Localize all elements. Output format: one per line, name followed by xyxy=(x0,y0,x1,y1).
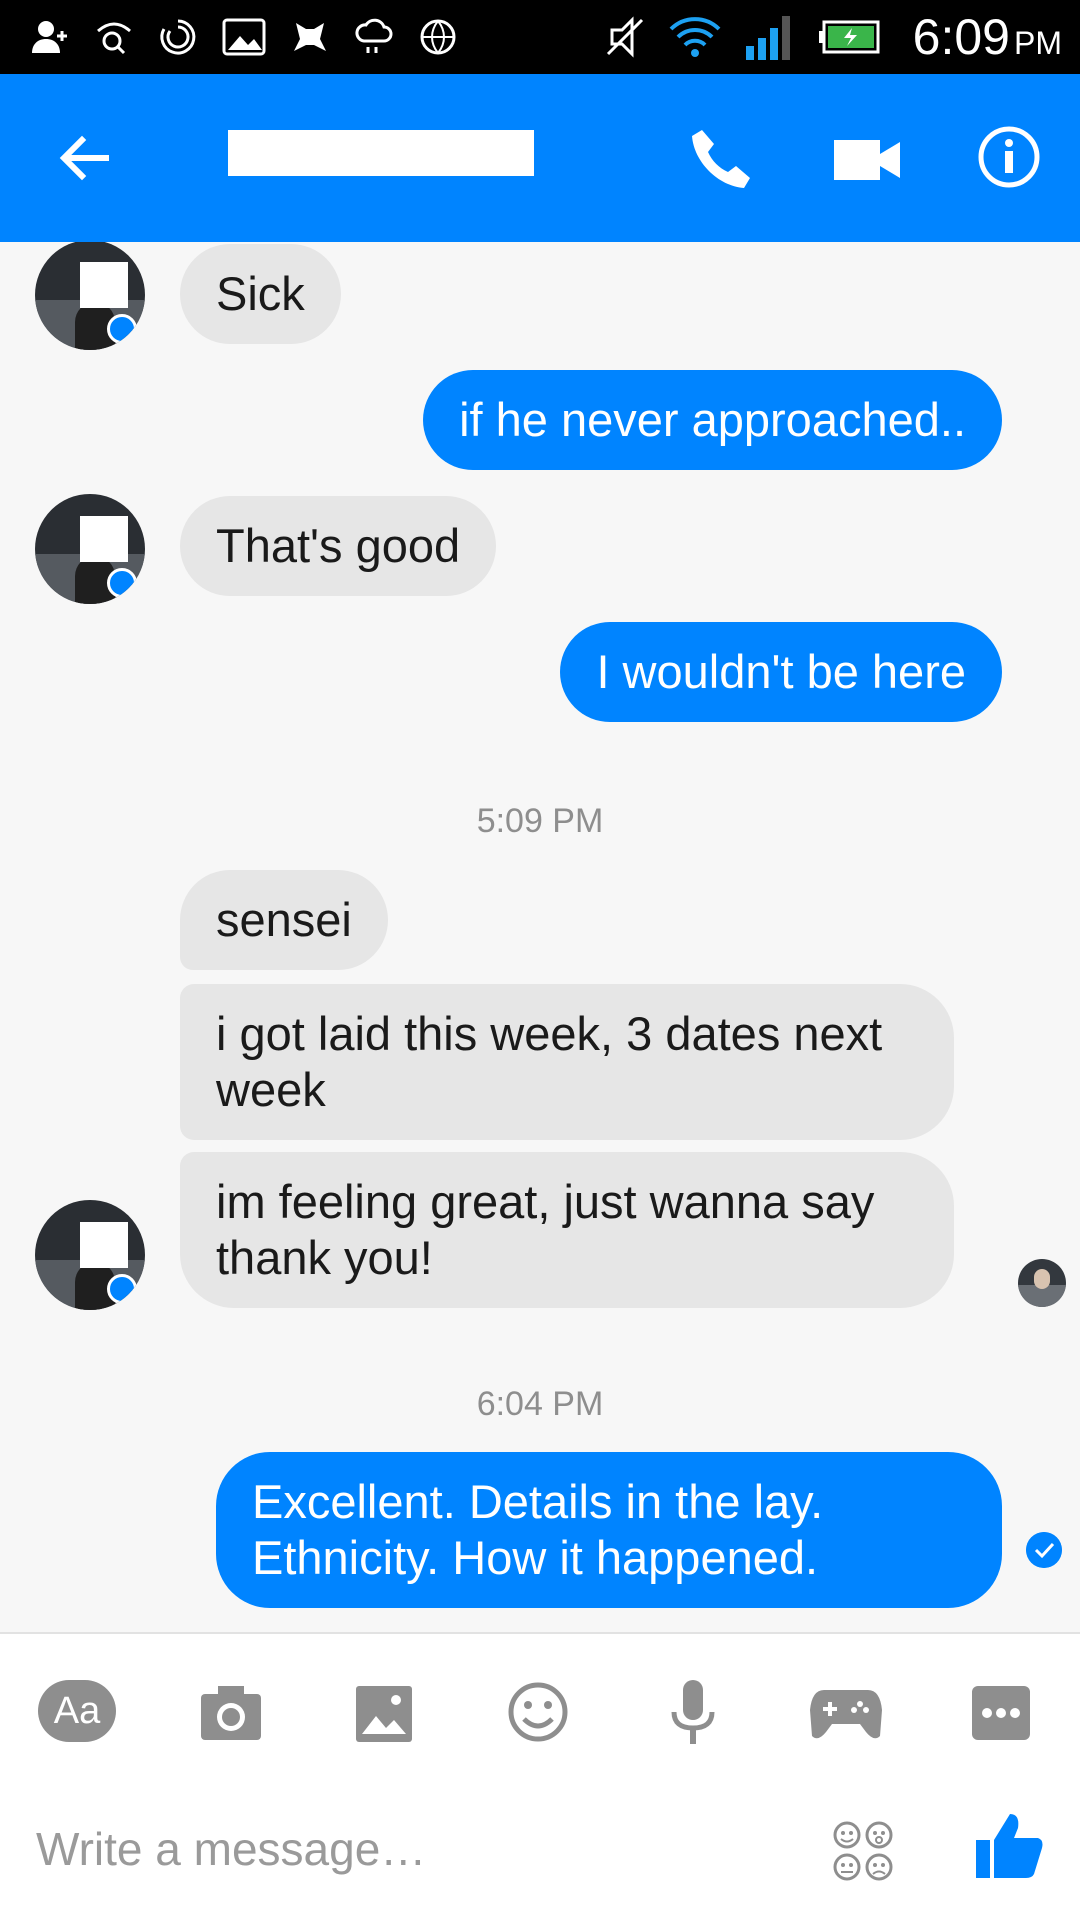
incoming-message[interactable]: i got laid this week, 3 dates next week xyxy=(180,984,954,1140)
cloud-rain-icon xyxy=(355,18,393,53)
delivered-check-icon xyxy=(1026,1532,1062,1568)
messenger-badge-icon xyxy=(107,1274,137,1304)
clock-ampm: PM xyxy=(1014,25,1062,61)
mute-icon xyxy=(606,16,644,58)
video-camera-icon[interactable] xyxy=(832,130,902,190)
conversation-header: T xyxy=(0,74,1080,242)
contact-avatar[interactable] xyxy=(35,1200,145,1310)
battery-charging-icon xyxy=(819,20,880,54)
timestamp: 6:04 PM xyxy=(476,1385,604,1423)
microphone-icon[interactable] xyxy=(668,1672,718,1752)
composer-toolbar: Aa xyxy=(0,1672,1080,1772)
seen-receipt-avatar xyxy=(1018,1259,1066,1307)
sync-spiral-icon xyxy=(160,19,196,55)
wifi-search-icon xyxy=(97,22,131,55)
incoming-message[interactable]: That's good xyxy=(180,496,497,596)
title-redaction xyxy=(228,130,534,176)
message-input[interactable] xyxy=(36,1814,796,1884)
info-icon[interactable] xyxy=(976,124,1042,190)
text-format-button[interactable]: Aa xyxy=(38,1680,116,1742)
outgoing-message[interactable]: if he never approached.. xyxy=(423,370,1002,470)
status-icons-left xyxy=(30,12,458,62)
status-icons-right xyxy=(604,12,880,62)
phone-icon[interactable] xyxy=(688,126,754,192)
message-list[interactable]: Sick if he never approached.. That's goo… xyxy=(0,242,1080,1632)
gallery-icon xyxy=(222,18,266,56)
incoming-message[interactable]: Sick xyxy=(180,244,341,344)
messenger-badge-icon xyxy=(107,568,137,598)
thumbs-up-icon[interactable] xyxy=(974,1810,1044,1880)
contact-avatar[interactable] xyxy=(35,494,145,604)
globe-icon xyxy=(420,19,456,55)
timestamp: 5:09 PM xyxy=(476,802,604,840)
outgoing-message[interactable]: Excellent. Details in the lay. Ethnicity… xyxy=(216,1452,1002,1608)
wifi-icon xyxy=(669,17,721,57)
more-icon[interactable] xyxy=(970,1672,1032,1752)
status-clock: 6:09 PM xyxy=(913,8,1062,72)
add-user-icon xyxy=(32,21,67,53)
back-arrow-icon[interactable] xyxy=(52,126,116,190)
clock-time: 6:09 xyxy=(912,9,1010,65)
messenger-badge-icon xyxy=(107,314,137,344)
image-icon[interactable] xyxy=(354,1672,414,1752)
composer: Aa xyxy=(0,1632,1080,1920)
camera-icon[interactable] xyxy=(198,1672,264,1752)
incoming-message[interactable]: sensei xyxy=(180,870,388,970)
incoming-message[interactable]: im feeling great, just wanna say thank y… xyxy=(180,1152,954,1308)
game-controller-icon xyxy=(294,23,326,51)
emoji-icon[interactable] xyxy=(506,1672,570,1752)
signal-icon xyxy=(746,16,790,60)
status-bar: 6:09 PM xyxy=(0,0,1080,74)
game-controller-icon[interactable] xyxy=(810,1672,882,1752)
contact-avatar[interactable] xyxy=(35,242,145,350)
outgoing-message[interactable]: I wouldn't be here xyxy=(560,622,1002,722)
stickers-icon[interactable] xyxy=(832,1820,894,1882)
